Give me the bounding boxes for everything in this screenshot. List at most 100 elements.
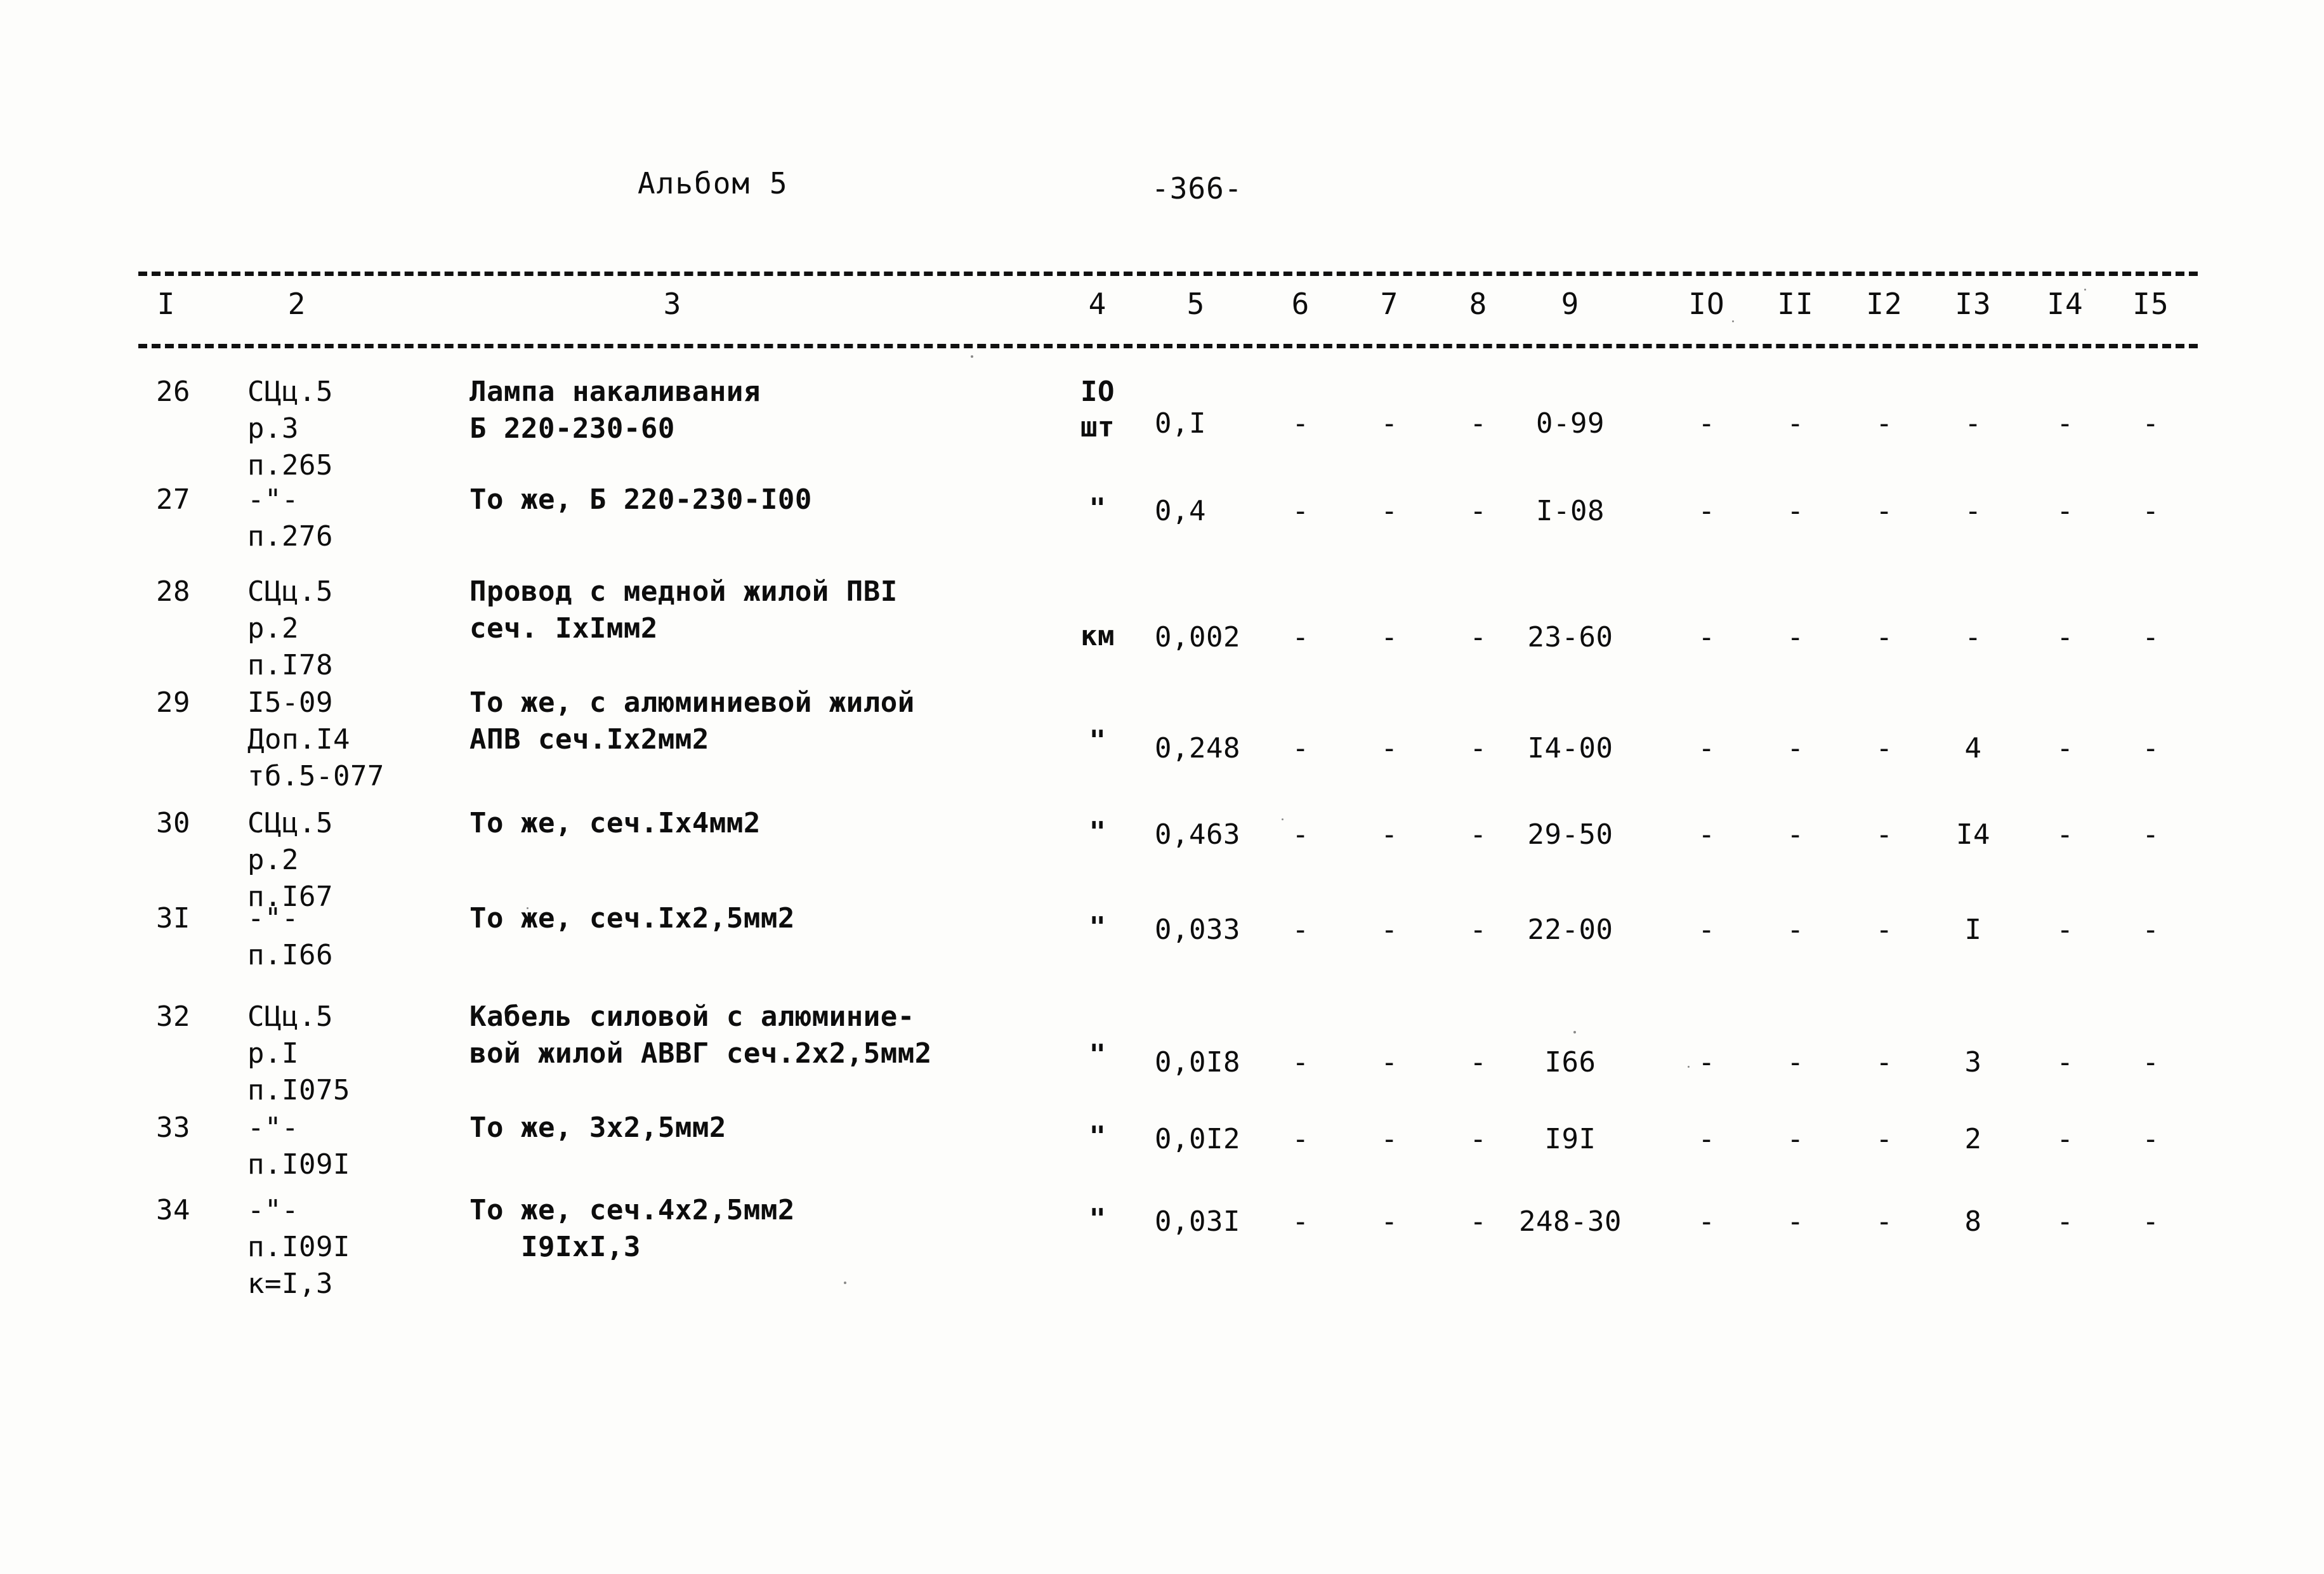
row-quantity: 0,0I8 <box>1155 1046 1240 1079</box>
row-col-6-value: - <box>1292 732 1310 764</box>
row-unit-line: " <box>1089 911 1106 943</box>
row-reference-line: СЦц.5 <box>247 376 333 408</box>
column-header-8: 8 <box>1469 287 1488 321</box>
row-col-8-value: - <box>1469 1046 1487 1079</box>
album-title: Альбом 5 <box>638 166 789 200</box>
row-col-11-value: - <box>1787 621 1804 653</box>
row-col-8-value: - <box>1469 407 1487 440</box>
row-col-10-value: - <box>1698 818 1716 851</box>
row-col-6-value: - <box>1292 914 1310 946</box>
row-col-15-value: - <box>2142 914 2160 946</box>
table-column-headers: I 2 3 4 5 6 7 8 9 IO II I2 I3 I4 I5 <box>0 287 2324 338</box>
row-unit-line: " <box>1089 1120 1106 1153</box>
row-col-15-value: - <box>2142 621 2160 653</box>
row-reference-line: СЦц.5 <box>247 807 333 839</box>
row-col-11-value: - <box>1787 732 1804 764</box>
row-description-line: Провод с медной жилой ПВI <box>469 575 898 608</box>
row-col-11-value: - <box>1787 818 1804 851</box>
row-number: 33 <box>156 1112 190 1144</box>
row-col-8-value: - <box>1469 1205 1487 1238</box>
row-col-12-value: - <box>1875 1123 1893 1155</box>
row-col-15-value: - <box>2142 1123 2160 1155</box>
row-reference-line: п.I075 <box>247 1074 350 1106</box>
row-col-6-value: - <box>1292 1123 1310 1155</box>
row-reference-line: п.276 <box>247 520 333 553</box>
scan-speckle <box>971 355 973 358</box>
row-number: 30 <box>156 807 190 839</box>
row-reference-line: Доп.I4 <box>247 723 350 756</box>
row-description-line: вой жилой АВВГ сеч.2x2,5мм2 <box>469 1037 932 1070</box>
row-col-11-value: - <box>1787 495 1804 527</box>
row-quantity: 0,03I <box>1155 1205 1240 1238</box>
column-header-3: 3 <box>663 287 682 321</box>
page-number: -366- <box>1152 171 1243 206</box>
row-reference-line: I5-09 <box>247 686 333 719</box>
row-col-15-value: - <box>2142 495 2160 527</box>
row-reference-line: р.3 <box>247 412 299 445</box>
row-number: 3I <box>156 902 190 935</box>
row-description-line: То же, Б 220-230-I00 <box>469 483 812 516</box>
row-description-line: То же, с алюминиевой жилой <box>469 686 915 719</box>
row-col-15-value: - <box>2142 1046 2160 1079</box>
row-col-12-value: - <box>1875 818 1893 851</box>
scan-speckle <box>1282 818 1283 820</box>
row-col-6-value: - <box>1292 495 1310 527</box>
row-col-10-value: - <box>1698 1123 1716 1155</box>
row-number: 28 <box>156 575 190 608</box>
column-header-9: 9 <box>1561 287 1580 321</box>
row-reference-line: п.I66 <box>247 939 333 971</box>
row-unit-line: IO <box>1080 376 1115 408</box>
row-col-8-value: - <box>1469 914 1487 946</box>
row-reference-line: СЦц.5 <box>247 1000 333 1033</box>
row-col-11-value: - <box>1787 1046 1804 1079</box>
table-header-rule <box>138 344 2198 348</box>
table-top-rule <box>138 272 2198 276</box>
row-reference-line: тб.5-077 <box>247 760 384 792</box>
row-col-13-value: 4 <box>1964 732 1982 764</box>
row-col-10-value: - <box>1698 1046 1716 1079</box>
scan-speckle <box>1688 1066 1690 1068</box>
scan-speckle <box>2084 289 2086 291</box>
row-col-12-value: - <box>1875 914 1893 946</box>
row-col-9-value: 0-99 <box>1536 407 1605 440</box>
column-header-14: I4 <box>2047 287 2084 321</box>
row-reference-line: -"- <box>247 1194 299 1226</box>
row-col-12-value: - <box>1875 1205 1893 1238</box>
row-quantity: 0,I <box>1155 407 1206 440</box>
row-col-6-value: - <box>1292 1046 1310 1079</box>
row-description-line: То же, 3x2,5мм2 <box>469 1112 726 1144</box>
row-description-line: Лампа накаливания <box>469 376 761 408</box>
row-number: 29 <box>156 686 190 719</box>
row-col-14-value: - <box>2056 914 2074 946</box>
row-col-12-value: - <box>1875 621 1893 653</box>
row-quantity: 0,248 <box>1155 732 1240 764</box>
row-reference-line: р.2 <box>247 844 299 876</box>
row-col-6-value: - <box>1292 818 1310 851</box>
row-col-10-value: - <box>1698 621 1716 653</box>
row-quantity: 0,033 <box>1155 914 1240 946</box>
row-number: 34 <box>156 1194 190 1226</box>
row-reference-line: п.265 <box>247 449 333 482</box>
row-number: 27 <box>156 483 190 516</box>
row-description-line: То же, сеч.4x2,5мм2 <box>469 1194 795 1226</box>
row-col-10-value: - <box>1698 732 1716 764</box>
row-col-8-value: - <box>1469 495 1487 527</box>
row-col-6-value: - <box>1292 407 1310 440</box>
row-col-9-value: I9I <box>1544 1123 1596 1155</box>
row-col-7-value: - <box>1381 1123 1398 1155</box>
row-description-line: Б 220-230-60 <box>469 412 675 445</box>
column-header-12: I2 <box>1866 287 1903 321</box>
row-number: 32 <box>156 1000 190 1033</box>
row-unit-line: км <box>1080 620 1115 652</box>
row-col-12-value: - <box>1875 732 1893 764</box>
row-col-11-value: - <box>1787 1205 1804 1238</box>
row-col-8-value: - <box>1469 621 1487 653</box>
row-reference-line: СЦц.5 <box>247 575 333 608</box>
row-col-14-value: - <box>2056 1046 2074 1079</box>
row-reference-line: п.I09I <box>247 1231 350 1263</box>
row-number: 26 <box>156 376 190 408</box>
row-description-line: То же, сеч.Ix2,5мм2 <box>469 902 795 935</box>
row-col-7-value: - <box>1381 818 1398 851</box>
row-col-9-value: 29-50 <box>1527 818 1613 851</box>
row-description-line: Кабель силовой с алюминие- <box>469 1000 915 1033</box>
